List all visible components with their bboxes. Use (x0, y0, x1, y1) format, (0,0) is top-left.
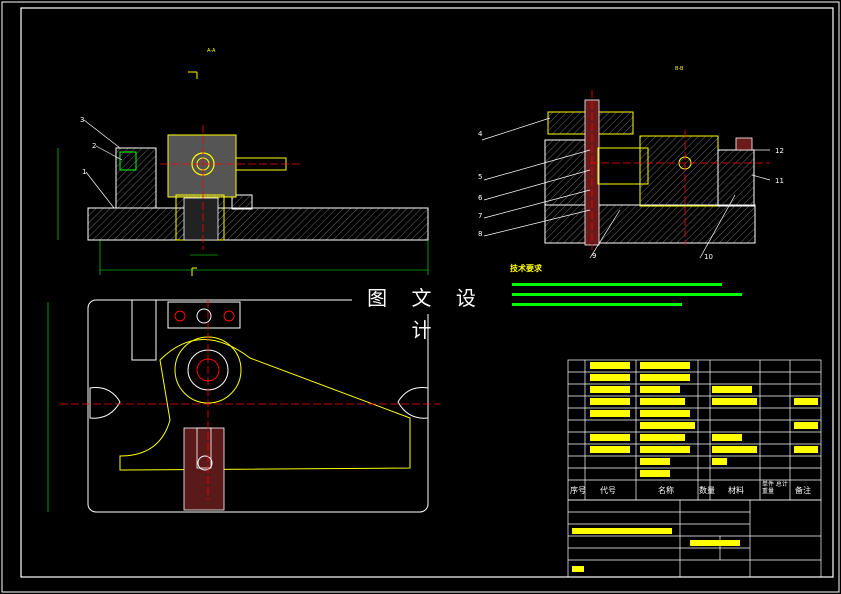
top-view (47, 299, 440, 513)
bom-header-remark: 备注 (795, 486, 811, 495)
callout-3: 3 (80, 116, 84, 124)
banner-title: 图 文 设 计 (352, 282, 500, 342)
bom-fill-text (572, 362, 818, 572)
callout-8: 8 (478, 230, 482, 238)
callout-5: 5 (478, 173, 482, 181)
bom-header-code: 代号 (600, 486, 616, 495)
callout-11: 11 (775, 177, 784, 185)
callout-10: 10 (704, 253, 713, 261)
technical-requirements-title: 技术要求 (510, 264, 542, 273)
front-view (57, 119, 429, 275)
callout-9: 9 (592, 252, 596, 260)
callout-4: 4 (478, 130, 483, 138)
bom-header-unit: 单件 总计 重量 (762, 481, 788, 495)
section-label-b: B-B (675, 66, 684, 72)
callout-12: 12 (775, 147, 784, 155)
bom-header-name: 名称 (658, 486, 674, 495)
section-label-a: A-A (207, 48, 216, 54)
tech-notes-lines (512, 283, 742, 306)
callout-1: 1 (82, 168, 86, 176)
bom-header-seq: 序号 (570, 486, 586, 495)
callout-6: 6 (478, 194, 483, 202)
callout-2: 2 (92, 142, 96, 150)
section-view (481, 90, 771, 259)
callout-7: 7 (478, 212, 482, 220)
bom-header-material: 材料 (728, 486, 744, 495)
bom-header-qty: 数量 (699, 486, 715, 495)
